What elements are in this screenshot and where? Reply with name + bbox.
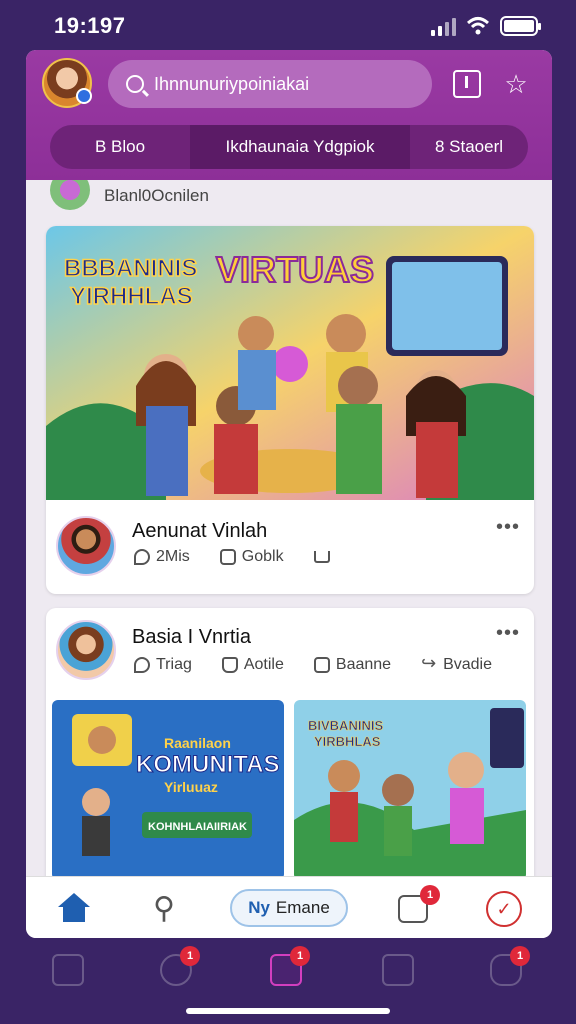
comment-count: 2Mis [156, 548, 190, 565]
search-input[interactable]: Ihnnunuriypoiniakai [108, 60, 432, 108]
like-label: Aotile [243, 656, 284, 673]
tab-blog[interactable]: B Bloo [50, 125, 190, 169]
verified-badge-icon [76, 88, 92, 104]
dock-profile-icon[interactable]: 1 [490, 946, 530, 986]
key-icon[interactable]: ⚲ [146, 891, 182, 927]
chat-icon [313, 657, 330, 673]
chat-button[interactable]: Goblk [219, 548, 284, 566]
notice-icon[interactable] [453, 70, 481, 98]
author-avatar[interactable] [56, 516, 116, 576]
comment-button[interactable]: 2Mis [134, 548, 190, 566]
tab-bar: B Bloo Ikdhaunaia Ydgpiok 8 Staoerl [50, 125, 528, 169]
hero-title-right: VIRTUAS [216, 249, 374, 290]
comment-icon [134, 657, 150, 673]
profile-avatar[interactable] [42, 58, 92, 108]
arrow-share-icon [421, 653, 437, 674]
post-card: BBBANINIS YIRHHLAS VIRTUAS Aenunat Vinla… [46, 226, 534, 594]
wifi-icon [466, 17, 490, 35]
thumbnail-line2: YIRBHLAS [314, 734, 381, 749]
star-icon[interactable]: ☆ [502, 70, 530, 98]
dock-badge: 1 [180, 946, 200, 966]
compose-label: Emane [275, 898, 330, 917]
status-bar: 19:197 [0, 0, 576, 50]
compose-button[interactable]: Ny Emane [230, 889, 348, 927]
story-avatar [50, 180, 90, 210]
chat-button[interactable]: Baanne [313, 656, 392, 674]
post-author-row [56, 516, 132, 576]
thumbnail-line3: Yirluuaz [164, 779, 218, 795]
dock-messages-icon[interactable]: 1 [270, 946, 310, 986]
search-icon [126, 75, 144, 93]
more-options-icon[interactable]: ••• [496, 622, 520, 645]
thumbnail-line1: BIVBANINIS [308, 718, 383, 733]
status-icons [431, 16, 541, 36]
comment-icon [134, 549, 150, 565]
post-image-thumbnail[interactable]: Raanilaon KOMUNITAS Yirluuaz KOHNHLAIAII… [52, 700, 284, 876]
dock-search-icon[interactable]: 1 [160, 946, 200, 986]
search-placeholder: Ihnnunuriypoiniakai [154, 73, 310, 94]
thumbnail-illustration: BIVBANINIS YIRBHLAS [294, 700, 526, 876]
feed: Blanl0Ocnilen BBBANINIS YIRHHLAS VIRTUAS… [26, 180, 552, 876]
hero-title-left-line1: BBBANINIS [64, 255, 197, 282]
dock-home-icon[interactable] [52, 954, 84, 986]
post-author-row [56, 620, 132, 680]
share-button[interactable]: Bvadie [421, 653, 492, 674]
comment-label: Triag [156, 656, 192, 673]
bottom-nav: ⚲ Ny Emane 1 ✓ [26, 876, 552, 938]
share-label: Bvadie [443, 656, 492, 673]
app-header: Ihnnunuriypoiniakai ☆ B Bloo Ikdhaunaia … [26, 50, 552, 180]
app-frame: Ihnnunuriypoiniakai ☆ B Bloo Ikdhaunaia … [26, 50, 552, 938]
story-row[interactable]: Blanl0Ocnilen [50, 180, 209, 212]
dock-badge: 1 [290, 946, 310, 966]
thumbnail-line2: KOMUNITAS [136, 751, 280, 778]
post-actions: 2Mis Goblk [134, 548, 366, 566]
inbox-badge: 1 [420, 885, 440, 905]
post-author-name[interactable]: Basia I Vnrtia [132, 626, 251, 649]
thumbnail-caption: KOHNHLAIAIIRIAK [148, 821, 247, 833]
dock-badge: 1 [510, 946, 530, 966]
share-icon [313, 551, 330, 563]
more-options-icon[interactable]: ••• [496, 516, 520, 539]
tab-community[interactable]: Ikdhaunaia Ydgpiok [190, 125, 410, 169]
like-icon [221, 657, 238, 673]
post-author-name[interactable]: Aenunat Vinlah [132, 520, 267, 543]
story-label: Blanl0Ocnilen [104, 186, 209, 205]
thumbnail-illustration: Raanilaon KOMUNITAS Yirluuaz KOHNHLAIAII… [52, 700, 284, 876]
home-indicator[interactable] [186, 1008, 390, 1014]
signal-icon [431, 18, 456, 36]
inbox-icon[interactable]: 1 [398, 885, 440, 923]
status-time: 19:197 [54, 13, 126, 38]
post-card: Basia I Vnrtia ••• Triag Aotile Baanne B… [46, 608, 534, 876]
chat-label: Baanne [335, 656, 392, 673]
chat-icon [219, 549, 236, 565]
share-button[interactable] [313, 551, 336, 563]
check-heart-icon[interactable]: ✓ [486, 891, 522, 927]
hero-illustration: BBBANINIS YIRHHLAS VIRTUAS [46, 226, 534, 500]
like-button[interactable]: Aotile [221, 656, 284, 674]
compose-prefix: Ny [248, 898, 270, 917]
system-dock: 1 1 1 [0, 944, 576, 1004]
home-icon[interactable] [56, 891, 92, 927]
comment-button[interactable]: Triag [134, 656, 192, 674]
author-avatar[interactable] [56, 620, 116, 680]
chat-label: Goblk [241, 548, 284, 565]
post-image-thumbnail[interactable]: BIVBANINIS YIRBHLAS [294, 700, 526, 876]
battery-icon [500, 16, 541, 36]
tab-saved[interactable]: 8 Staoerl [410, 125, 528, 169]
post-hero-image[interactable]: BBBANINIS YIRHHLAS VIRTUAS [46, 226, 534, 500]
hero-title-left-line2: YIRHHLAS [70, 283, 193, 310]
post-actions: Triag Aotile Baanne Bvadie [134, 653, 522, 674]
dock-bookmark-icon[interactable] [382, 954, 414, 986]
thumbnail-line1: Raanilaon [164, 735, 231, 751]
